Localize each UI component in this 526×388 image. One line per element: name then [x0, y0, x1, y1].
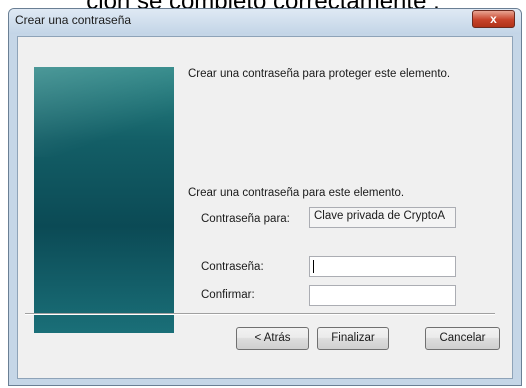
title-bar[interactable]: Crear una contraseña x — [9, 9, 521, 34]
password-for-field: Clave privada de CryptoA — [309, 207, 456, 228]
side-image-highlight — [34, 67, 174, 157]
password-for-label: Contraseña para: — [201, 213, 290, 225]
password-field[interactable] — [309, 256, 456, 277]
cancel-button[interactable]: Cancelar — [425, 327, 500, 350]
text-cursor — [313, 260, 314, 273]
window-title: Crear una contraseña — [15, 13, 132, 27]
button-separator — [25, 313, 495, 315]
instruction-text: Crear una contraseña para este elemento. — [188, 187, 405, 199]
confirm-label: Confirmar: — [201, 289, 255, 301]
back-button[interactable]: < Atrás — [236, 327, 309, 350]
close-icon: x — [490, 12, 497, 26]
intro-text: Crear una contraseña para proteger este … — [188, 68, 451, 80]
confirm-password-field[interactable] — [309, 285, 456, 306]
finish-button[interactable]: Finalizar — [317, 327, 389, 350]
close-button[interactable]: x — [472, 10, 515, 28]
dialog-window: Crear una contraseña x Crear una contras… — [8, 8, 522, 386]
password-for-value: Clave privada de CryptoA — [314, 210, 446, 222]
password-label: Contraseña: — [201, 261, 264, 273]
wizard-side-image — [34, 67, 174, 333]
